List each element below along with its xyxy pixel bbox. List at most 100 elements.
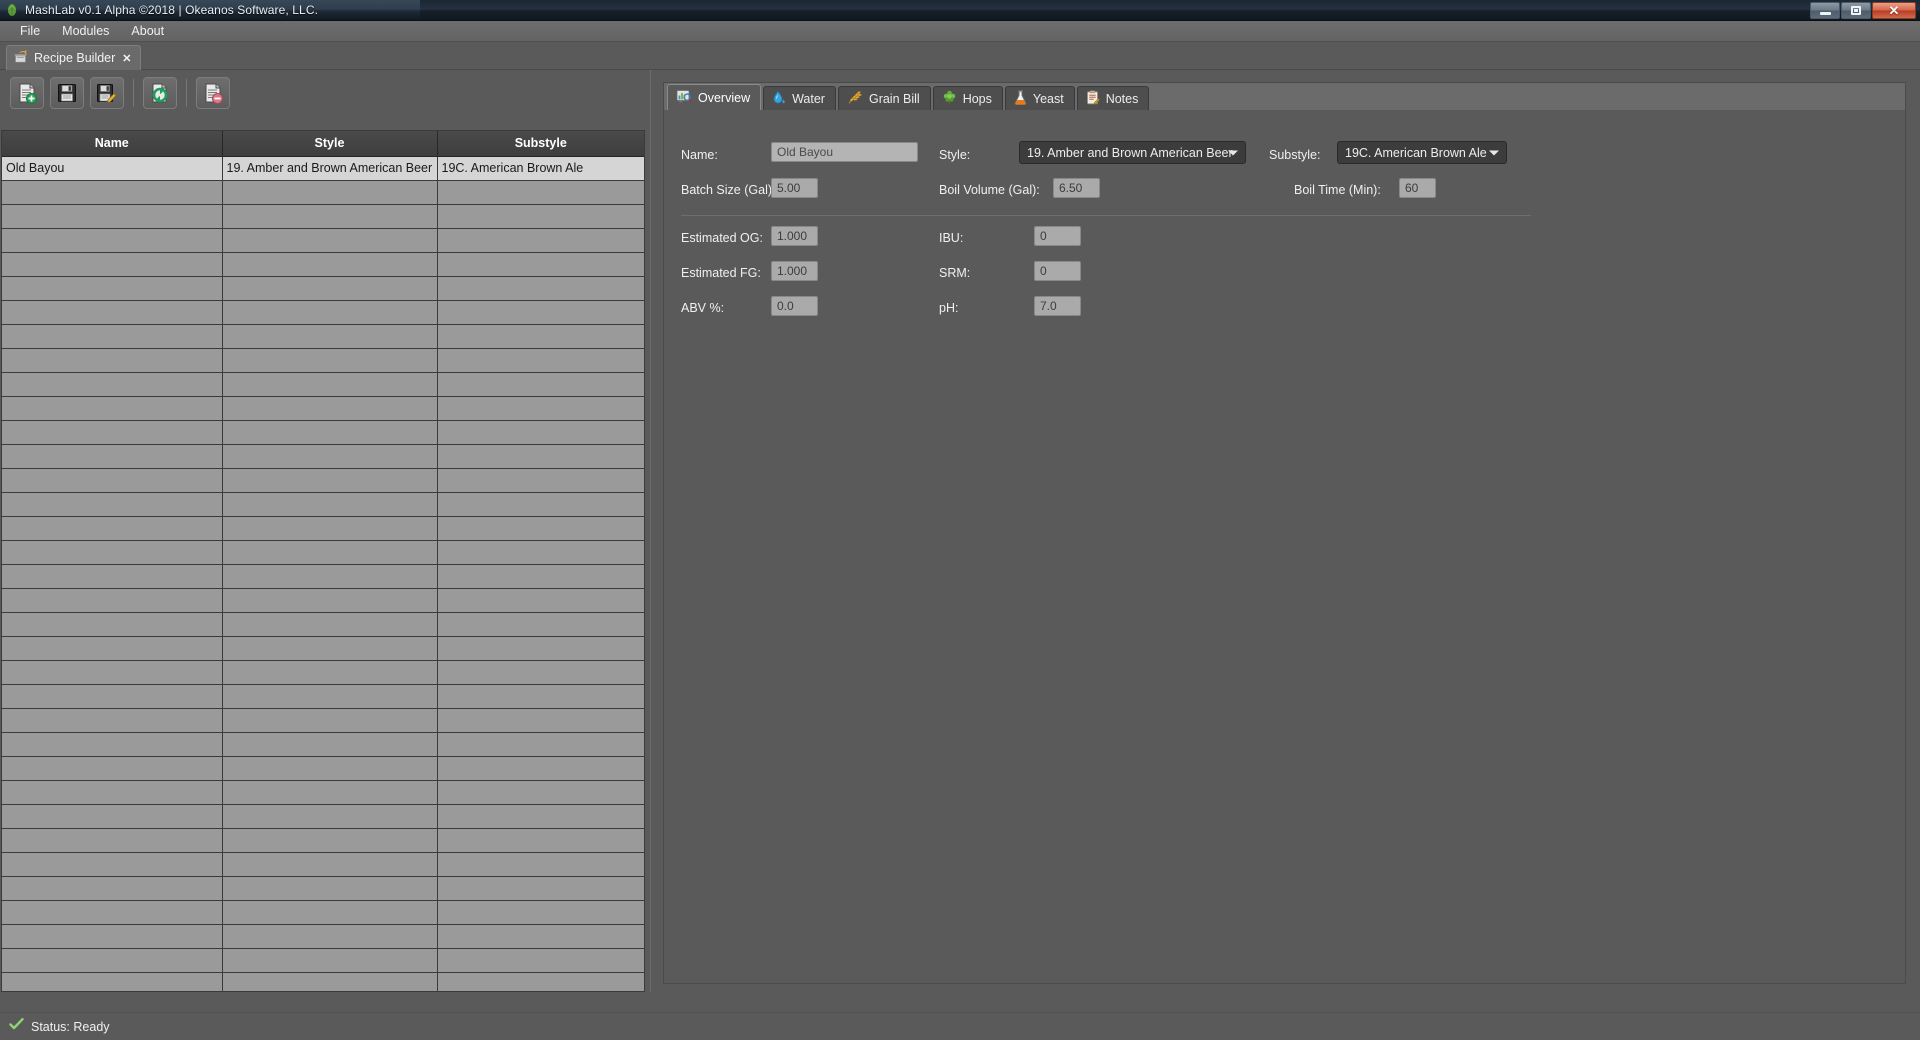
column-header-substyle[interactable]: Substyle bbox=[437, 131, 644, 157]
empty-cell[interactable] bbox=[437, 300, 644, 325]
new-recipe-button[interactable] bbox=[10, 76, 44, 109]
table-row-empty[interactable] bbox=[2, 780, 644, 805]
empty-cell[interactable] bbox=[2, 348, 223, 373]
empty-cell[interactable] bbox=[222, 636, 438, 661]
empty-cell[interactable] bbox=[2, 588, 223, 613]
table-row-empty[interactable] bbox=[2, 252, 644, 277]
empty-cell[interactable] bbox=[2, 708, 223, 733]
tab-notes[interactable]: Notes bbox=[1076, 86, 1150, 111]
table-row-empty[interactable] bbox=[2, 492, 644, 517]
tab-yeast[interactable]: Yeast bbox=[1004, 86, 1075, 111]
tab-water[interactable]: Water bbox=[763, 86, 836, 111]
empty-cell[interactable] bbox=[222, 372, 438, 397]
empty-cell[interactable] bbox=[222, 876, 438, 901]
table-row-empty[interactable] bbox=[2, 468, 644, 493]
empty-cell[interactable] bbox=[437, 756, 644, 781]
menu-item-file[interactable]: File bbox=[9, 22, 51, 40]
empty-cell[interactable] bbox=[2, 828, 223, 853]
empty-cell[interactable] bbox=[437, 588, 644, 613]
column-header-style[interactable]: Style bbox=[222, 131, 438, 157]
empty-cell[interactable] bbox=[437, 660, 644, 685]
empty-cell[interactable] bbox=[2, 756, 223, 781]
empty-cell[interactable] bbox=[222, 324, 438, 349]
empty-cell[interactable] bbox=[222, 684, 438, 709]
empty-cell[interactable] bbox=[437, 828, 644, 853]
empty-cell[interactable] bbox=[437, 636, 644, 661]
table-row-empty[interactable] bbox=[2, 828, 644, 853]
empty-cell[interactable] bbox=[222, 180, 438, 205]
empty-cell[interactable] bbox=[437, 684, 644, 709]
empty-cell[interactable] bbox=[437, 228, 644, 253]
empty-cell[interactable] bbox=[437, 780, 644, 805]
document-tab-close-icon[interactable]: ✕ bbox=[122, 52, 131, 65]
empty-cell[interactable] bbox=[2, 300, 223, 325]
empty-cell[interactable] bbox=[222, 612, 438, 637]
empty-cell[interactable] bbox=[222, 660, 438, 685]
empty-cell[interactable] bbox=[222, 564, 438, 589]
empty-cell[interactable] bbox=[2, 396, 223, 421]
table-row-empty[interactable] bbox=[2, 660, 644, 685]
table-row-empty[interactable] bbox=[2, 204, 644, 229]
empty-cell[interactable] bbox=[437, 348, 644, 373]
table-row-empty[interactable] bbox=[2, 804, 644, 829]
empty-cell[interactable] bbox=[2, 540, 223, 565]
empty-cell[interactable] bbox=[437, 324, 644, 349]
empty-cell[interactable] bbox=[222, 900, 438, 925]
empty-cell[interactable] bbox=[222, 756, 438, 781]
empty-cell[interactable] bbox=[222, 300, 438, 325]
table-row-empty[interactable] bbox=[2, 276, 644, 301]
style-dropdown[interactable]: 19. Amber and Brown American Beer bbox=[1019, 141, 1246, 164]
empty-cell[interactable] bbox=[437, 540, 644, 565]
table-row-empty[interactable] bbox=[2, 612, 644, 637]
table-row-empty[interactable] bbox=[2, 228, 644, 253]
empty-cell[interactable] bbox=[222, 420, 438, 445]
refresh-recipe-button[interactable] bbox=[143, 76, 177, 109]
table-row-empty[interactable] bbox=[2, 900, 644, 925]
table-row-empty[interactable] bbox=[2, 516, 644, 541]
empty-cell[interactable] bbox=[222, 852, 438, 877]
empty-cell[interactable] bbox=[222, 468, 438, 493]
empty-cell[interactable] bbox=[2, 948, 223, 973]
substyle-dropdown[interactable]: 19C. American Brown Ale bbox=[1337, 141, 1507, 164]
table-row-empty[interactable] bbox=[2, 636, 644, 661]
empty-cell[interactable] bbox=[2, 660, 223, 685]
tab-hops[interactable]: Hops bbox=[932, 86, 1003, 111]
empty-cell[interactable] bbox=[437, 372, 644, 397]
table-row[interactable]: Old Bayou 19. Amber and Brown American Be… bbox=[2, 156, 644, 181]
empty-cell[interactable] bbox=[437, 444, 644, 469]
table-row-empty[interactable] bbox=[2, 852, 644, 877]
empty-cell[interactable] bbox=[2, 444, 223, 469]
table-row-empty[interactable] bbox=[2, 540, 644, 565]
close-icon[interactable]: ✕ bbox=[1872, 2, 1916, 19]
menu-item-about[interactable]: About bbox=[120, 22, 175, 40]
empty-cell[interactable] bbox=[437, 516, 644, 541]
empty-cell[interactable] bbox=[2, 468, 223, 493]
empty-cell[interactable] bbox=[2, 516, 223, 541]
menu-item-modules[interactable]: Modules bbox=[51, 22, 120, 40]
empty-cell[interactable] bbox=[437, 252, 644, 277]
empty-cell[interactable] bbox=[437, 276, 644, 301]
recipe-substyle-cell[interactable]: 19C. American Brown Ale bbox=[437, 156, 644, 181]
table-row-empty[interactable] bbox=[2, 924, 644, 949]
empty-cell[interactable] bbox=[2, 252, 223, 277]
empty-cell[interactable] bbox=[2, 684, 223, 709]
empty-cell[interactable] bbox=[437, 396, 644, 421]
empty-cell[interactable] bbox=[2, 636, 223, 661]
recipe-grid[interactable]: Name Style Substyle Old Bayou 19. Amber a… bbox=[1, 130, 645, 992]
table-row-empty[interactable] bbox=[2, 396, 644, 421]
empty-cell[interactable] bbox=[437, 900, 644, 925]
empty-cell[interactable] bbox=[437, 420, 644, 445]
empty-cell[interactable] bbox=[2, 804, 223, 829]
delete-recipe-button[interactable] bbox=[196, 76, 230, 109]
name-input[interactable]: Old Bayou bbox=[771, 142, 918, 162]
empty-cell[interactable] bbox=[437, 564, 644, 589]
document-tab-recipe-builder[interactable]: Recipe Builder ✕ bbox=[6, 45, 141, 70]
empty-cell[interactable] bbox=[437, 948, 644, 973]
table-row-empty[interactable] bbox=[2, 324, 644, 349]
empty-cell[interactable] bbox=[222, 516, 438, 541]
empty-cell[interactable] bbox=[222, 924, 438, 949]
table-row-empty[interactable] bbox=[2, 708, 644, 733]
empty-cell[interactable] bbox=[222, 276, 438, 301]
empty-cell[interactable] bbox=[437, 972, 644, 991]
empty-cell[interactable] bbox=[437, 924, 644, 949]
